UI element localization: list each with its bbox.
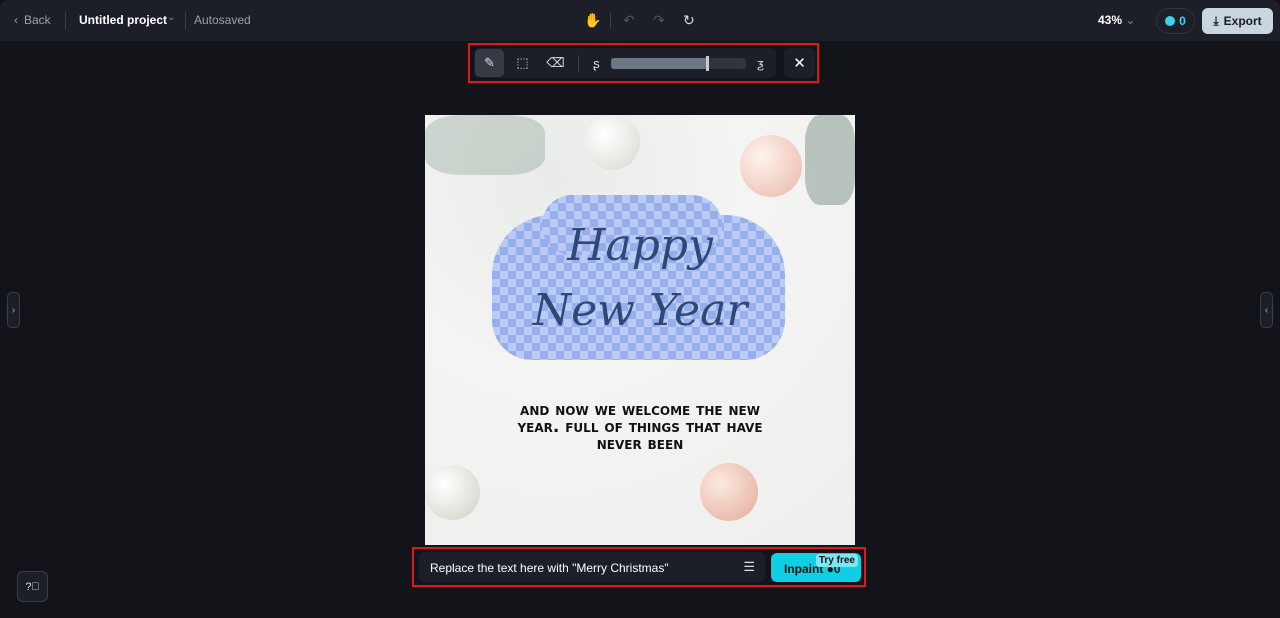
refresh-icon[interactable]: ↻ bbox=[683, 12, 695, 29]
heading-line-2: New Year bbox=[532, 285, 748, 336]
divider bbox=[65, 12, 66, 29]
brush-icon[interactable]: ✎ bbox=[475, 49, 504, 77]
close-icon[interactable]: ✕ bbox=[784, 48, 815, 78]
brush-toolbar: ✎ ⬚ ⌫ ʂ ƺ ✕ bbox=[468, 43, 819, 83]
divider bbox=[185, 12, 186, 29]
eraser-icon[interactable]: ⌫ bbox=[541, 49, 570, 77]
save-status: Autosaved bbox=[194, 13, 251, 27]
divider bbox=[578, 55, 579, 72]
settings-sliders-icon[interactable]: ☰ bbox=[743, 559, 755, 575]
zoom-select[interactable]: 43% ⌄ bbox=[1098, 13, 1135, 27]
brush-size-slider[interactable] bbox=[611, 56, 746, 71]
right-panel-toggle[interactable]: ‹ bbox=[1260, 292, 1273, 328]
project-title[interactable]: Untitled project bbox=[79, 13, 167, 27]
top-bar: ‹ Back Untitled project ⌄ Autosaved ✋ ↶ ↷… bbox=[0, 0, 1280, 41]
heading-line-1: Happy bbox=[567, 220, 713, 271]
undo-icon[interactable]: ↶ bbox=[623, 12, 635, 29]
brush-size-small-icon: ʂ bbox=[593, 55, 600, 71]
download-icon: ⤓ bbox=[1213, 13, 1219, 28]
credits-badge[interactable]: 0 bbox=[1156, 8, 1195, 34]
question-icon: ?⃝ bbox=[25, 580, 40, 593]
brush-size-large-icon: ƺ bbox=[756, 55, 765, 71]
redo-icon[interactable]: ↷ bbox=[653, 12, 665, 29]
prompt-input[interactable]: Replace the text here with "Merry Christ… bbox=[419, 552, 765, 582]
chevron-down-icon[interactable]: ⌄ bbox=[167, 12, 175, 23]
left-panel-toggle[interactable]: › bbox=[7, 292, 20, 328]
chevron-down-icon: ⌄ bbox=[1125, 13, 1136, 27]
prompt-area: Replace the text here with "Merry Christ… bbox=[412, 547, 866, 587]
export-button[interactable]: ⤓ Export bbox=[1202, 8, 1273, 34]
help-button[interactable]: ?⃝ bbox=[17, 571, 48, 602]
divider bbox=[610, 12, 611, 29]
body-text: And now we welcome the new year. Full of… bbox=[517, 400, 763, 454]
hand-icon[interactable]: ✋ bbox=[584, 12, 601, 29]
try-free-badge: Try free bbox=[815, 554, 858, 567]
canvas-image[interactable]: Happy New Year And now we welcome the ne… bbox=[425, 115, 855, 545]
slider-thumb[interactable] bbox=[706, 56, 710, 71]
inpaint-button[interactable]: Inpaint ●0 Try free bbox=[771, 553, 861, 582]
back-button[interactable]: ‹ Back bbox=[14, 13, 51, 27]
credit-icon bbox=[1165, 16, 1176, 26]
chevron-left-icon: ‹ bbox=[14, 13, 18, 27]
select-icon[interactable]: ⬚ bbox=[508, 49, 537, 77]
